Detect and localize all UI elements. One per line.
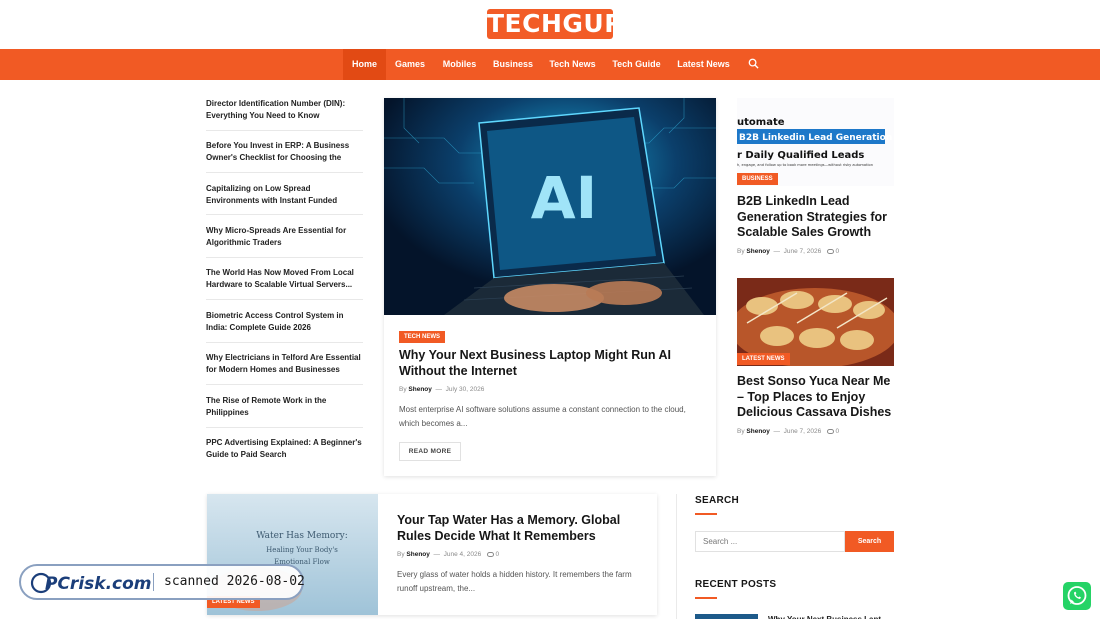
divider	[206, 342, 363, 343]
pcrisk-logo: PCrisk.com	[30, 572, 152, 594]
featured-post-card: AI TECH NEWS Why Your Next Business Lapt…	[384, 98, 716, 476]
divider	[206, 299, 363, 300]
meta-by: By	[737, 248, 745, 255]
search-button[interactable]: Search	[845, 531, 894, 552]
search-input[interactable]: Search ...	[695, 531, 845, 552]
meta-sep: —	[773, 248, 781, 255]
column-divider	[676, 494, 677, 619]
sidebar-link[interactable]: PPC Advertising Explained: A Beginner's …	[206, 437, 363, 460]
comment-count[interactable]: 0	[495, 551, 499, 558]
nav-tech-news[interactable]: Tech News	[541, 49, 604, 80]
nav-home[interactable]: Home	[343, 49, 386, 80]
site-logo[interactable]: TECHGUP	[487, 9, 623, 39]
nav-games[interactable]: Games	[386, 49, 434, 80]
author-link[interactable]: Shenoy	[408, 386, 431, 393]
sidebar-link[interactable]: Why Micro-Spreads Are Essential for Algo…	[206, 225, 363, 248]
category-badge[interactable]: LATEST NEWS	[737, 353, 790, 365]
search-widget-title: SEARCH	[695, 495, 740, 506]
comment-icon	[826, 428, 834, 434]
sidebar-link[interactable]: Capitalizing on Low Spread Environments …	[206, 183, 363, 206]
featured-post-excerpt: Most enterprise AI software solutions as…	[399, 405, 686, 428]
author-link[interactable]: Shenoy	[746, 428, 769, 435]
pcrisk-logo-text: PCrisk.com	[45, 574, 152, 594]
divider	[206, 384, 363, 385]
divider	[206, 257, 363, 258]
divider	[206, 214, 363, 215]
sidebar-link[interactable]: Before You Invest in ERP: A Business Own…	[206, 140, 363, 163]
post-date: July 30, 2026	[445, 386, 485, 393]
nav-business[interactable]: Business	[485, 49, 541, 80]
meta-by: By	[399, 386, 407, 393]
nav-latest-news[interactable]: Latest News	[669, 49, 738, 80]
watermark-divider	[153, 573, 154, 591]
nav-mobiles[interactable]: Mobiles	[434, 49, 485, 80]
divider	[206, 130, 363, 131]
recent-post-link[interactable]: Why Your Next Business Lapt	[768, 614, 898, 619]
post-meta: By Shenoy — June 4, 2026 0	[397, 551, 499, 558]
meta-sep: —	[433, 551, 441, 558]
comment-icon	[486, 551, 494, 557]
author-link[interactable]: Shenoy	[746, 248, 769, 255]
recent-posts-title: RECENT POSTS	[695, 579, 777, 590]
thumb-text: r Daily Qualified Leads	[737, 150, 864, 161]
read-more-button[interactable]: READ MORE	[399, 442, 461, 461]
sidebar-link[interactable]: Biometric Access Control System in India…	[206, 310, 363, 333]
scan-date: scanned 2026-08-02	[164, 574, 305, 589]
post-meta: By Shenoy — July 30, 2026	[399, 386, 484, 393]
post-meta: By Shenoy — June 7, 2026 0	[737, 248, 839, 255]
pcrisk-watermark: PCrisk.com scanned 2026-08-02	[19, 564, 305, 600]
category-badge[interactable]: BUSINESS	[737, 173, 778, 185]
author-link[interactable]: Shenoy	[406, 551, 429, 558]
post-title[interactable]: Your Tap Water Has a Memory. Global Rule…	[397, 512, 637, 544]
comment-icon	[826, 248, 834, 254]
nav-tech-guide[interactable]: Tech Guide	[604, 49, 669, 80]
recent-post-thumbnail[interactable]	[695, 614, 758, 619]
category-badge[interactable]: TECH NEWS	[399, 331, 445, 343]
sidebar-link[interactable]: The Rise of Remote Work in the Philippin…	[206, 395, 363, 418]
featured-post-title[interactable]: Why Your Next Business Laptop Might Run …	[399, 348, 704, 379]
meta-sep: —	[773, 428, 781, 435]
meta-by: By	[397, 551, 405, 558]
ai-screen-label: AI	[531, 164, 597, 232]
sidebar-link[interactable]: The World Has Now Moved From Local Hardw…	[206, 267, 363, 290]
sidebar-link[interactable]: Director Identification Number (DIN): Ev…	[206, 98, 363, 121]
post-title[interactable]: Best Sonso Yuca Near Me – Top Places to …	[737, 374, 894, 421]
comment-count[interactable]: 0	[835, 248, 839, 255]
search-icon[interactable]	[748, 58, 759, 69]
featured-post-image[interactable]: AI	[384, 98, 716, 315]
post-meta: By Shenoy — June 7, 2026 0	[737, 428, 839, 435]
post-date: June 7, 2026	[783, 248, 822, 255]
divider	[206, 172, 363, 173]
post-title[interactable]: B2B LinkedIn Lead Generation Strategies …	[737, 194, 894, 241]
main-nav: Home Games Mobiles Business Tech News Te…	[0, 49, 1100, 80]
site-header: TECHGUP	[0, 0, 1100, 49]
widget-underline	[695, 513, 717, 515]
widget-underline	[695, 597, 717, 599]
thumb-text: Water Has Memory:	[256, 531, 348, 541]
meta-sep: —	[435, 386, 443, 393]
post-date: June 4, 2026	[443, 551, 482, 558]
thumb-text: B2B Linkedin Lead Generation	[739, 133, 892, 143]
divider	[206, 427, 363, 428]
thumb-text: Healing Your Body's	[266, 546, 338, 554]
whatsapp-button[interactable]	[1063, 582, 1091, 610]
thumb-text: h, engage, and follow up to book more me…	[737, 163, 873, 167]
comment-count[interactable]: 0	[835, 428, 839, 435]
thumb-text: utomate	[737, 117, 785, 128]
whatsapp-icon	[1067, 586, 1087, 605]
post-excerpt: Every glass of water holds a hidden hist…	[397, 570, 632, 593]
sidebar-link[interactable]: Why Electricians in Telford Are Essentia…	[206, 352, 363, 375]
meta-by: By	[737, 428, 745, 435]
post-date: June 7, 2026	[783, 428, 822, 435]
